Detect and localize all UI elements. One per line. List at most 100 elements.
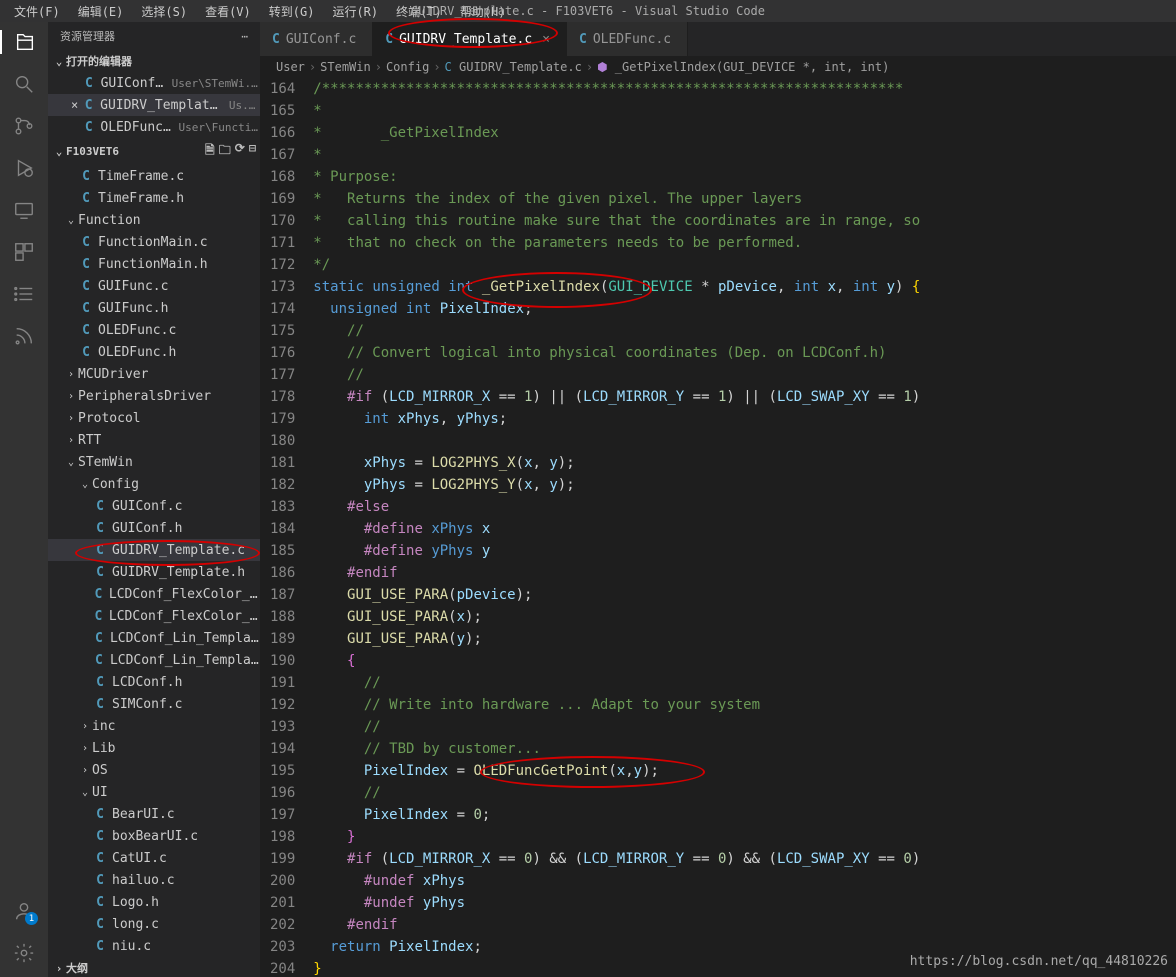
file-item[interactable]: CGUIDRV_Template.h (48, 561, 260, 583)
file-item[interactable]: COLEDFunc.c (48, 319, 260, 341)
open-editor-item[interactable]: COLEDFunc.cUser\Function (48, 116, 260, 138)
search-icon[interactable] (12, 72, 36, 96)
file-item[interactable]: CLogo.h (48, 891, 260, 913)
folder-item[interactable]: ⌄STemWin (48, 451, 260, 473)
file-item[interactable]: CSIMConf.c (48, 693, 260, 715)
file-item[interactable]: Chailuo.c (48, 869, 260, 891)
breadcrumb-item[interactable]: ⬢ _GetPixelIndex(GUI_DEVICE *, int, int) (597, 60, 889, 74)
menu-item[interactable]: 编辑(E) (70, 1, 132, 22)
close-icon[interactable]: × (542, 32, 550, 47)
file-item[interactable]: Clong.c (48, 913, 260, 935)
debug-icon[interactable] (12, 156, 36, 180)
file-item[interactable]: CLCDConf_FlexColor_Tem... (48, 583, 260, 605)
chevron-icon: ⌄ (64, 457, 78, 468)
file-icon: C (78, 191, 94, 206)
file-item[interactable]: C LCDConf.h (48, 671, 260, 693)
file-item[interactable]: CLCDConf_Lin_Template.c (48, 627, 260, 649)
file-item[interactable]: CGUIConf.c (48, 495, 260, 517)
code-content[interactable]: /***************************************… (313, 78, 1176, 977)
file-item[interactable]: CFunctionMain.h (48, 253, 260, 275)
menu-item[interactable]: 文件(F) (6, 1, 68, 22)
file-label: OLEDFunc.h (98, 345, 176, 360)
folder-item[interactable]: ›OS (48, 759, 260, 781)
folder-item[interactable]: ›Lib (48, 737, 260, 759)
new-folder-icon[interactable]: 🗀 (219, 141, 231, 162)
collapse-icon[interactable]: ⊟ (249, 141, 256, 162)
file-icon: C (272, 32, 280, 47)
folder-item[interactable]: ⌄Function (48, 209, 260, 231)
file-item[interactable]: C GUIFunc.c (48, 275, 260, 297)
file-label: GUIDRV_Template.h (112, 565, 245, 580)
new-file-icon[interactable]: 🗎 (205, 141, 215, 162)
file-item[interactable]: CFunctionMain.c (48, 231, 260, 253)
file-label: GUIConf.c (101, 76, 168, 91)
file-meta: User\Function (179, 121, 261, 134)
file-item[interactable]: CCatUI.c (48, 847, 260, 869)
menu-item[interactable]: 选择(S) (133, 1, 195, 22)
folder-item[interactable]: ›PeripheralsDriver (48, 385, 260, 407)
file-item[interactable]: Cniu.c (48, 935, 260, 957)
remote-icon[interactable] (12, 198, 36, 222)
tab-label: GUIDRV_Template.c (399, 32, 532, 47)
folder-item[interactable]: ›Protocol (48, 407, 260, 429)
editor-tab[interactable]: CGUIDRV_Template.c× (373, 22, 567, 56)
file-item[interactable]: CBearUI.c (48, 803, 260, 825)
file-item[interactable]: CboxBearUI.c (48, 825, 260, 847)
file-item[interactable]: CGUIDRV_Template.c (48, 539, 260, 561)
editor-tab[interactable]: CGUIConf.c (260, 22, 373, 56)
explorer-icon[interactable] (0, 30, 48, 54)
refresh-icon[interactable]: ⟳ (235, 141, 245, 162)
breadcrumb-item[interactable]: User (276, 60, 305, 74)
open-editor-item[interactable]: CGUIConf.cUser\STemWi... (48, 72, 260, 94)
file-label: LCDConf_Lin_Template.c (110, 631, 260, 646)
menu-item[interactable]: 查看(V) (197, 1, 259, 22)
open-editor-item[interactable]: ×CGUIDRV_Template.cUs... (48, 94, 260, 116)
folder-item[interactable]: ›MCUDriver (48, 363, 260, 385)
editor-tabs: CGUIConf.cC GUIDRV_Template.c × COLEDFunc.c (260, 22, 1176, 56)
file-icon: C (78, 235, 94, 250)
folder-item[interactable]: ⌄UI (48, 781, 260, 803)
chevron-icon: › (64, 391, 78, 402)
menu-item[interactable]: 转到(G) (261, 1, 323, 22)
file-item[interactable]: CLCDConf_FlexColor_Tem... (48, 605, 260, 627)
file-label: LCDConf.h (112, 675, 182, 690)
settings-icon[interactable] (12, 941, 36, 965)
file-label: long.c (112, 917, 159, 932)
open-editors-section[interactable]: ⌄打开的编辑器 (48, 50, 260, 72)
file-item[interactable]: CTimeFrame.c (48, 165, 260, 187)
file-item[interactable]: CTimeFrame.h (48, 187, 260, 209)
breadcrumb[interactable]: User›STemWin›Config›C GUIDRV_Template.c›… (260, 56, 1176, 78)
folder-item[interactable]: ›RTT (48, 429, 260, 451)
chevron-icon: ⌄ (64, 215, 78, 226)
file-item[interactable]: CGUIConf.h (48, 517, 260, 539)
account-icon[interactable] (12, 899, 36, 923)
breadcrumb-item[interactable]: C GUIDRV_Template.c (445, 60, 582, 74)
list-icon[interactable] (12, 282, 36, 306)
project-section[interactable]: ⌄F103VET6 🗎 🗀 ⟳ ⊟ (48, 138, 260, 165)
file-item[interactable]: CGUIFunc.h (48, 297, 260, 319)
folder-label: UI (92, 785, 108, 800)
close-icon[interactable]: × (68, 98, 81, 112)
editor-tab[interactable]: COLEDFunc.c (567, 22, 688, 56)
sidebar: 资源管理器 ⋯ ⌄打开的编辑器 CGUIConf.cUser\STemWi...… (48, 22, 260, 977)
file-item[interactable]: CLCDConf_Lin_Template.h (48, 649, 260, 671)
file-label: FunctionMain.h (98, 257, 208, 272)
folder-item[interactable]: ›inc (48, 715, 260, 737)
breadcrumb-item[interactable]: STemWin (320, 60, 371, 74)
rss-icon[interactable] (12, 324, 36, 348)
file-label: GUIFunc.c (98, 279, 168, 294)
file-item[interactable]: COLEDFunc.h (48, 341, 260, 363)
breadcrumb-item[interactable]: Config (386, 60, 429, 74)
file-icon: C (92, 675, 108, 690)
folder-label: STemWin (78, 455, 133, 470)
source-control-icon[interactable] (12, 114, 36, 138)
menu-item[interactable]: 运行(R) (324, 1, 386, 22)
file-icon: C (78, 301, 94, 316)
file-label: OLEDFunc.c (98, 323, 176, 338)
extensions-icon[interactable] (12, 240, 36, 264)
folder-item[interactable]: ⌄Config (48, 473, 260, 495)
file-icon: C (78, 279, 94, 294)
outline-section[interactable]: ›大纲 (48, 957, 260, 977)
explorer-more-icon[interactable]: ⋯ (241, 30, 248, 43)
file-icon: C (92, 543, 108, 558)
